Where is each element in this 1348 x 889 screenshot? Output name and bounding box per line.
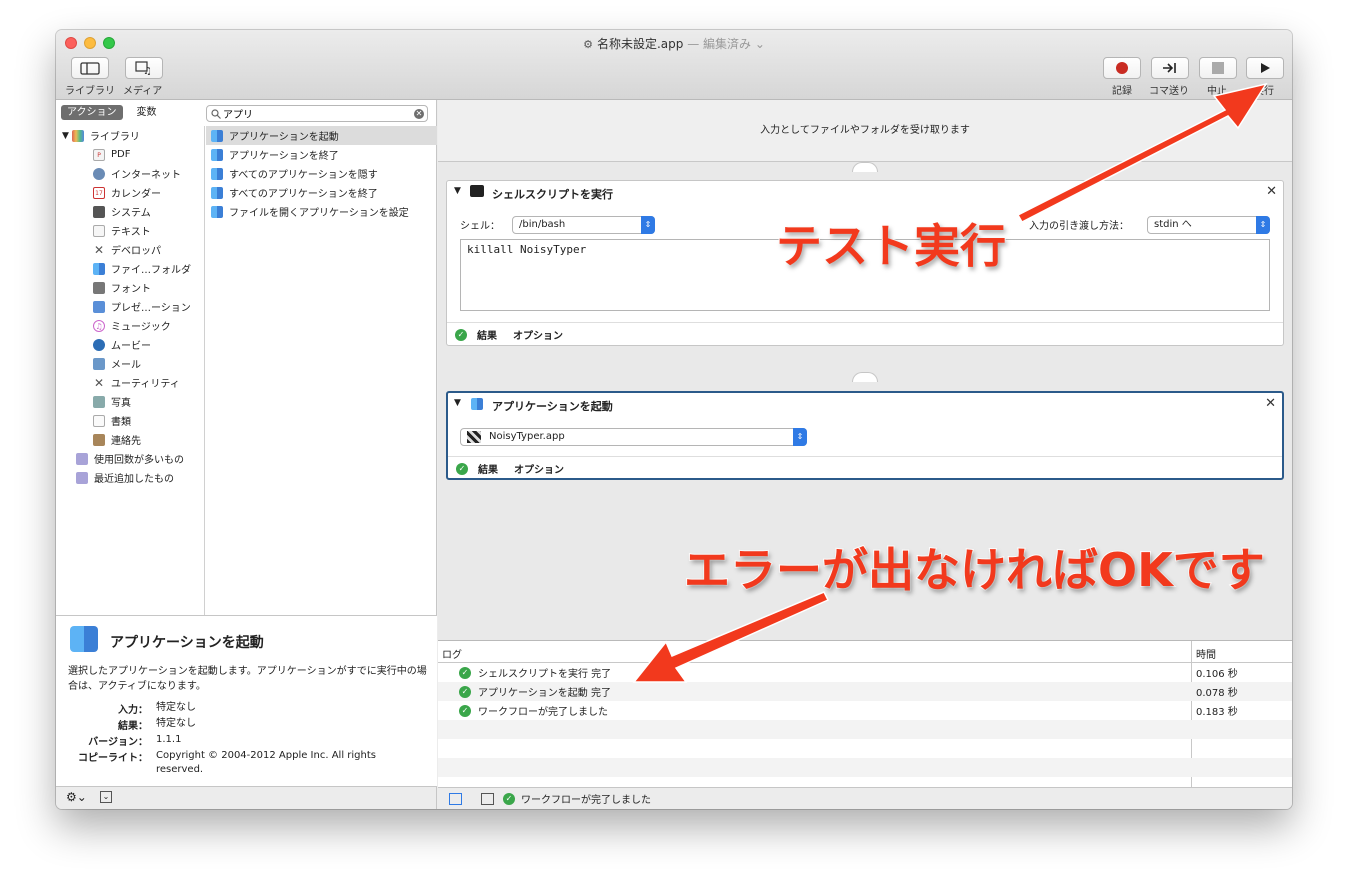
arrow-to-log xyxy=(632,591,830,683)
annotation-test-run: テスト実行 xyxy=(775,218,1007,274)
annotation-arrows xyxy=(632,82,1268,683)
annotation-no-error-ok: エラーが出なければOKです xyxy=(683,542,1266,598)
arrow-to-run-button xyxy=(1016,82,1268,223)
